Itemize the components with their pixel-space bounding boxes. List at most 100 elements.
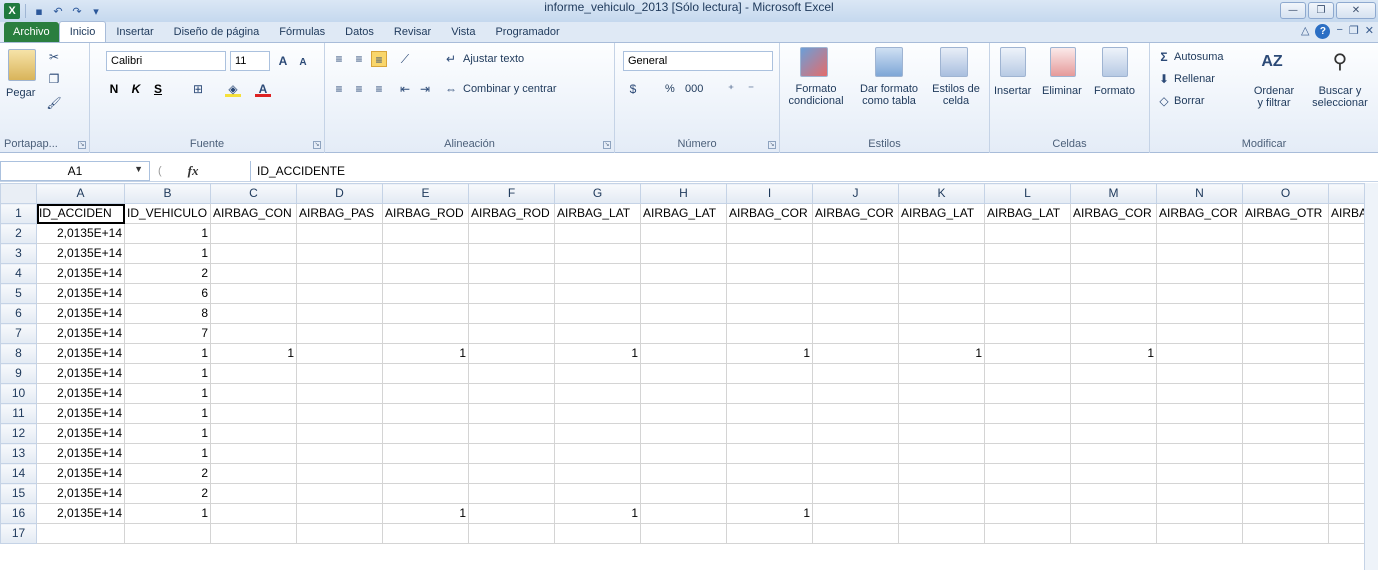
table-cell[interactable] xyxy=(726,523,813,544)
table-cell[interactable] xyxy=(468,503,555,524)
table-cell[interactable] xyxy=(1242,383,1329,404)
table-cell[interactable] xyxy=(554,243,641,264)
table-cell[interactable]: 1 xyxy=(124,403,211,424)
table-cell[interactable] xyxy=(898,503,985,524)
table-cell[interactable] xyxy=(382,243,469,264)
column-header[interactable]: J xyxy=(812,183,899,204)
tab-diseno-pagina[interactable]: Diseño de página xyxy=(164,22,270,42)
table-cell[interactable] xyxy=(812,523,899,544)
table-cell[interactable] xyxy=(296,363,383,384)
column-header[interactable]: C xyxy=(210,183,297,204)
autosum-button[interactable]: Autosuma xyxy=(1174,51,1224,63)
table-cell[interactable] xyxy=(640,243,727,264)
table-cell[interactable] xyxy=(812,363,899,384)
table-cell[interactable] xyxy=(210,523,297,544)
table-cell[interactable] xyxy=(898,283,985,304)
cell-a1[interactable]: ID_ACCIDEN xyxy=(36,203,125,224)
table-cell[interactable] xyxy=(296,343,383,364)
table-cell[interactable]: 1 xyxy=(382,503,469,524)
table-cell[interactable] xyxy=(898,303,985,324)
table-cell[interactable] xyxy=(210,483,297,504)
workbook-minimize-icon[interactable]: − xyxy=(1336,24,1342,39)
table-cell[interactable] xyxy=(984,263,1071,284)
table-cell[interactable]: 1 xyxy=(124,443,211,464)
number-format-select[interactable]: General xyxy=(623,51,773,71)
font-color-icon[interactable]: A xyxy=(255,81,271,97)
table-cell[interactable] xyxy=(812,223,899,244)
table-cell[interactable]: 1 xyxy=(726,503,813,524)
table-cell[interactable] xyxy=(296,243,383,264)
table-cell[interactable] xyxy=(468,403,555,424)
format-cells-button[interactable]: Formato xyxy=(1094,85,1135,97)
table-cell[interactable] xyxy=(898,223,985,244)
fill-button[interactable]: Rellenar xyxy=(1174,73,1215,85)
table-cell[interactable]: 2 xyxy=(124,463,211,484)
row-header[interactable]: 15 xyxy=(0,483,37,504)
paste-button[interactable]: Pegar xyxy=(6,87,35,99)
table-cell[interactable] xyxy=(1156,283,1243,304)
table-cell[interactable] xyxy=(898,403,985,424)
table-cell[interactable] xyxy=(554,423,641,444)
table-cell[interactable] xyxy=(898,463,985,484)
dialog-launcher-icon[interactable]: ↘ xyxy=(78,141,86,149)
table-cell[interactable] xyxy=(640,303,727,324)
table-cell[interactable] xyxy=(382,223,469,244)
table-cell[interactable] xyxy=(640,443,727,464)
align-middle-icon[interactable]: ≡ xyxy=(351,51,367,67)
table-cell[interactable] xyxy=(210,463,297,484)
format-as-table-button[interactable]: Dar formato como tabla xyxy=(856,83,922,107)
table-cell[interactable] xyxy=(898,263,985,284)
table-cell[interactable] xyxy=(726,303,813,324)
table-cell[interactable] xyxy=(468,343,555,364)
row-header[interactable]: 4 xyxy=(0,263,37,284)
table-cell[interactable]: AIRBAG_LAT xyxy=(984,203,1071,224)
table-cell[interactable] xyxy=(984,443,1071,464)
excel-logo-icon[interactable]: X xyxy=(4,3,20,19)
table-cell[interactable]: 2,0135E+14 xyxy=(36,263,125,284)
paste-icon[interactable] xyxy=(8,49,36,81)
table-cell[interactable] xyxy=(296,263,383,284)
table-cell[interactable]: 1 xyxy=(124,343,211,364)
table-cell[interactable]: 2,0135E+14 xyxy=(36,243,125,264)
table-cell[interactable] xyxy=(898,483,985,504)
table-cell[interactable]: AIRBAG_COR xyxy=(812,203,899,224)
insert-cells-button[interactable]: Insertar xyxy=(994,85,1031,97)
table-cell[interactable] xyxy=(726,403,813,424)
table-cell[interactable] xyxy=(1070,503,1157,524)
table-cell[interactable]: 1 xyxy=(726,343,813,364)
table-cell[interactable] xyxy=(468,243,555,264)
table-cell[interactable] xyxy=(554,363,641,384)
table-cell[interactable] xyxy=(726,423,813,444)
table-cell[interactable]: 2,0135E+14 xyxy=(36,483,125,504)
row-header[interactable]: 14 xyxy=(0,463,37,484)
table-cell[interactable] xyxy=(812,243,899,264)
dialog-launcher-icon[interactable]: ↘ xyxy=(603,141,611,149)
table-cell[interactable] xyxy=(210,223,297,244)
table-cell[interactable] xyxy=(296,323,383,344)
table-cell[interactable]: ID_VEHICULO xyxy=(124,203,211,224)
table-cell[interactable] xyxy=(898,383,985,404)
align-bottom-icon[interactable]: ≡ xyxy=(371,51,387,67)
workbook-restore-icon[interactable]: ❐ xyxy=(1349,24,1359,39)
table-cell[interactable] xyxy=(640,483,727,504)
cell-styles-icon[interactable] xyxy=(940,47,968,77)
table-cell[interactable] xyxy=(640,463,727,484)
tab-programador[interactable]: Programador xyxy=(485,22,569,42)
table-cell[interactable] xyxy=(1070,223,1157,244)
table-cell[interactable] xyxy=(554,263,641,284)
table-cell[interactable] xyxy=(382,463,469,484)
borders-icon[interactable]: ⊞ xyxy=(190,81,206,97)
table-cell[interactable]: 2,0135E+14 xyxy=(36,503,125,524)
table-cell[interactable] xyxy=(468,263,555,284)
table-cell[interactable] xyxy=(124,523,211,544)
table-cell[interactable] xyxy=(210,503,297,524)
minimize-ribbon-icon[interactable]: △ xyxy=(1301,24,1309,39)
table-cell[interactable] xyxy=(468,323,555,344)
wrap-text-button[interactable]: Ajustar texto xyxy=(463,53,524,65)
table-cell[interactable]: 1 xyxy=(124,363,211,384)
table-cell[interactable]: 1 xyxy=(898,343,985,364)
table-cell[interactable]: 6 xyxy=(124,283,211,304)
table-cell[interactable] xyxy=(210,423,297,444)
copy-icon[interactable]: ❐ xyxy=(46,71,62,87)
table-cell[interactable] xyxy=(382,283,469,304)
